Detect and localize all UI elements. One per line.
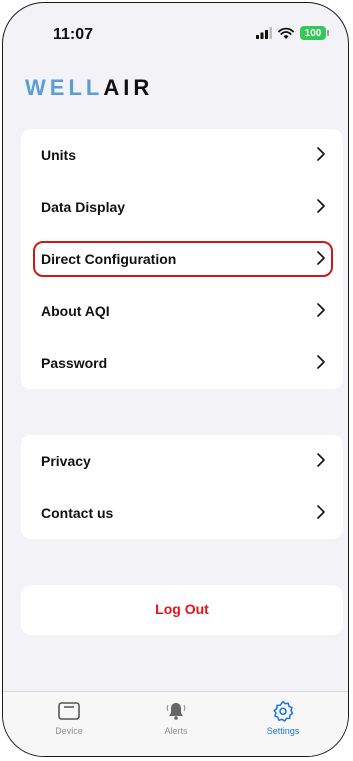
logo-part-2: AIR bbox=[103, 75, 154, 100]
status-time: 11:07 bbox=[53, 26, 94, 43]
device-icon bbox=[58, 700, 80, 722]
status-bar: 11:07 100 bbox=[3, 3, 348, 65]
logo-part-1: WELL bbox=[25, 75, 104, 100]
settings-item-label: Data Display bbox=[41, 199, 126, 215]
settings-item-label: About AQI bbox=[41, 303, 110, 319]
settings-item-label: Password bbox=[41, 355, 108, 371]
chevron-right-icon bbox=[317, 251, 325, 265]
logout-button[interactable]: Log Out bbox=[21, 585, 343, 635]
tab-bar: Device Alerts Settings bbox=[3, 691, 348, 756]
app-logo: WELLAIR bbox=[25, 75, 153, 101]
settings-group-2: Privacy Contact us bbox=[21, 435, 343, 539]
phone-frame: 11:07 100 WELLAIR Units Data Display Dir… bbox=[2, 2, 349, 757]
chevron-right-icon bbox=[317, 505, 325, 519]
settings-item-label: Direct Configuration bbox=[41, 251, 177, 267]
settings-item-about-aqi[interactable]: About AQI bbox=[21, 285, 343, 337]
tab-label: Alerts bbox=[164, 726, 188, 736]
tab-settings[interactable]: Settings bbox=[233, 692, 333, 752]
settings-group-1: Units Data Display Direct Configuration … bbox=[21, 129, 343, 389]
chevron-right-icon bbox=[317, 303, 325, 317]
logout-label: Log Out bbox=[155, 601, 209, 617]
battery-icon: 100 bbox=[300, 26, 329, 40]
tab-alerts[interactable]: Alerts bbox=[126, 692, 226, 752]
status-icons: 100 bbox=[256, 26, 329, 40]
chevron-right-icon bbox=[317, 199, 325, 213]
signal-icon bbox=[256, 27, 272, 39]
settings-item-label: Units bbox=[41, 147, 76, 163]
settings-item-label: Privacy bbox=[41, 453, 91, 469]
battery-level: 100 bbox=[304, 27, 322, 39]
bell-icon bbox=[164, 700, 188, 722]
tab-label: Device bbox=[55, 726, 83, 736]
settings-item-contact-us[interactable]: Contact us bbox=[21, 487, 343, 539]
wifi-icon bbox=[278, 27, 294, 39]
settings-item-password[interactable]: Password bbox=[21, 337, 343, 389]
tab-label: Settings bbox=[266, 726, 300, 736]
settings-item-privacy[interactable]: Privacy bbox=[21, 435, 343, 487]
tab-device[interactable]: Device bbox=[19, 692, 119, 752]
chevron-right-icon bbox=[317, 453, 325, 467]
gear-icon bbox=[272, 700, 294, 722]
settings-item-data-display[interactable]: Data Display bbox=[21, 181, 343, 233]
settings-item-label: Contact us bbox=[41, 505, 114, 521]
settings-item-direct-configuration[interactable]: Direct Configuration bbox=[21, 233, 343, 285]
chevron-right-icon bbox=[317, 355, 325, 369]
chevron-right-icon bbox=[317, 147, 325, 161]
settings-item-units[interactable]: Units bbox=[21, 129, 343, 181]
